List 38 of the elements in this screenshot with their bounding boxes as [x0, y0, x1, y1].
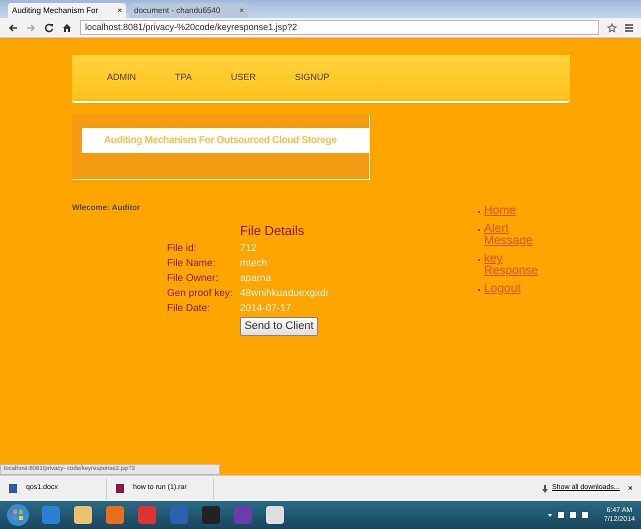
close-icon[interactable]: ×	[239, 4, 244, 16]
taskbar-app-icon[interactable]	[72, 504, 94, 526]
nav-link[interactable]: TPA	[175, 71, 192, 85]
field-label: Gen proof key:	[167, 286, 234, 300]
taskbar-app-icon[interactable]	[104, 504, 126, 526]
browser-tab[interactable]: Auditing Mechanism For ×	[8, 3, 126, 18]
close-icon[interactable]: ×	[117, 4, 122, 16]
taskbar-app-icon[interactable]	[264, 504, 286, 526]
file-icon	[115, 483, 125, 494]
welcome-text: Wlecome: Auditor	[72, 202, 140, 214]
nav-link[interactable]: ADMIN	[107, 71, 136, 85]
field-value: 712	[240, 242, 257, 256]
nav-link[interactable]: SIGNUP	[294, 71, 330, 85]
start-orb-icon[interactable]	[6, 503, 30, 527]
field-label: File Date:	[167, 302, 211, 316]
field-label: File id:	[167, 242, 198, 256]
field-value: mtech	[240, 256, 268, 270]
tab-title: Auditing Mechanism For	[12, 4, 100, 16]
browser-tab[interactable]: document - chandu6540 ×	[130, 3, 248, 18]
file-icon	[8, 483, 18, 494]
close-icon[interactable]: ×	[628, 482, 633, 496]
field-value: 2014-07-17	[240, 302, 292, 316]
home-icon[interactable]	[62, 22, 72, 32]
field-value: 48wnihkuaduexgxdr	[240, 286, 329, 300]
field-label: File Owner:	[167, 272, 220, 286]
back-arrow-icon[interactable]	[8, 22, 18, 32]
field-value: aparna	[240, 272, 272, 286]
download-icon	[542, 484, 548, 492]
banner-title: Auditing Mechanism For Outsourced Cloud Storege	[82, 128, 369, 153]
reload-icon[interactable]	[44, 22, 54, 32]
menu-icon[interactable]	[625, 22, 633, 32]
nav-link[interactable]: USER	[230, 71, 256, 85]
star-icon[interactable]	[607, 22, 617, 32]
url-field[interactable]: localhost:8081/privacy-%20code/keyresponse1.jsp?2	[80, 20, 599, 35]
tab-title: document - chandu6540	[134, 4, 222, 16]
send-button[interactable]: Send to Client	[240, 316, 318, 336]
section-title: File Details	[240, 222, 306, 240]
field-label: File Name:	[167, 256, 216, 270]
